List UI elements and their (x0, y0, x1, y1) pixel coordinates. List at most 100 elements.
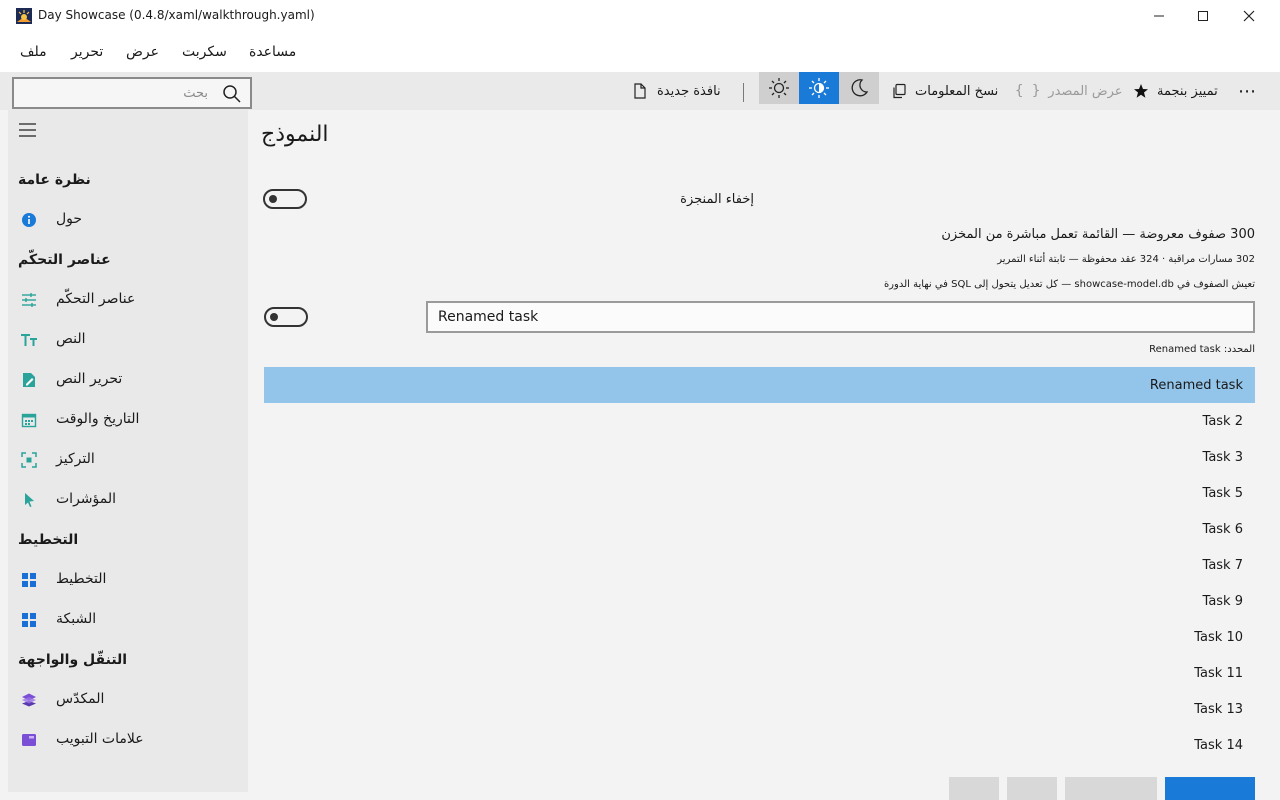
tabs-icon (20, 731, 38, 749)
new-window-label: نافذة جديدة (657, 83, 721, 99)
task-row[interactable]: Task 10 (264, 619, 1255, 655)
task-row[interactable]: Task 5 (264, 475, 1255, 511)
menu-file[interactable]: ملف (20, 44, 47, 60)
dark-theme-button[interactable] (839, 72, 879, 104)
sidebar-item-about[interactable]: حول (8, 200, 248, 240)
window-title: Day Showcase (0.4.8/xaml/walkthrough.yam… (38, 8, 315, 22)
search-icon (223, 85, 241, 103)
task-label: Task 10 (1194, 629, 1243, 645)
sidebar-item-label: النص (56, 331, 86, 347)
sidebar-item-label: المؤشرات (56, 491, 117, 507)
close-button[interactable] (1226, 0, 1272, 32)
edit-text-icon (20, 371, 38, 389)
row-toggle[interactable] (264, 307, 308, 327)
new-window-button[interactable]: نافذة جديدة (633, 72, 721, 110)
page-title: النموذج (261, 122, 329, 147)
hide-done-label: إخفاء المنجزة (680, 192, 754, 207)
sliders-icon (20, 291, 38, 309)
focus-icon (20, 451, 38, 469)
sidebar-item-controls[interactable]: عناصر التحكّم (8, 280, 248, 320)
copy-icon (893, 83, 906, 99)
bottom-action-button[interactable] (1007, 777, 1057, 800)
view-source-label: عرض المصدر (1048, 83, 1123, 99)
sun-icon (769, 78, 789, 98)
task-label: Task 13 (1194, 701, 1243, 717)
menu-script[interactable]: سكربت (182, 44, 227, 60)
hamburger-menu-icon[interactable] (18, 122, 38, 138)
sidebar-item-label: التخطيط (56, 571, 107, 587)
copy-info-button[interactable]: نسخ المعلومات (891, 72, 998, 110)
selected-label: المحدد: Renamed task (1149, 344, 1255, 355)
view-source-button[interactable]: { } عرض المصدر (1015, 72, 1123, 110)
search-input[interactable] (18, 79, 218, 107)
task-label: Task 2 (1202, 413, 1243, 429)
star-icon (1134, 84, 1148, 98)
app-logo-icon (16, 8, 32, 24)
close-icon (1243, 10, 1255, 22)
sidebar-item-stack[interactable]: المكدّس (8, 680, 248, 720)
document-icon (634, 83, 646, 99)
task-label: Task 9 (1202, 593, 1243, 609)
stack-icon (20, 691, 38, 709)
task-label: Task 5 (1202, 485, 1243, 501)
task-label: Task 14 (1194, 737, 1243, 753)
task-row[interactable]: Task 2 (264, 403, 1255, 439)
sidebar-item-label: التاريخ والوقت (56, 411, 140, 427)
task-label: Renamed task (1149, 377, 1243, 393)
minimize-icon (1154, 15, 1164, 17)
sidebar-item-label: علامات التبويب (56, 731, 144, 747)
task-row[interactable]: Task 3 (264, 439, 1255, 475)
task-label: Task 6 (1202, 521, 1243, 537)
task-row[interactable]: Task 11 (264, 655, 1255, 691)
rename-task-input[interactable] (426, 301, 1255, 333)
menu-view[interactable]: عرض (126, 44, 159, 60)
sidebar-item-focus[interactable]: التركيز (8, 440, 248, 480)
search-box (12, 77, 252, 109)
sidebar-item-text[interactable]: النص (8, 320, 248, 360)
task-row[interactable]: Task 14 (264, 727, 1255, 763)
task-label: Task 3 (1202, 449, 1243, 465)
main-content: النموذج إخفاء المنجزة 300 صفوف معروضة — … (248, 110, 1280, 800)
maximize-button[interactable] (1180, 0, 1226, 32)
sidebar-item-date-time[interactable]: التاريخ والوقت (8, 400, 248, 440)
auto-theme-button[interactable] (799, 72, 839, 104)
layout-icon (20, 571, 38, 589)
task-row[interactable]: Task 13 (264, 691, 1255, 727)
task-row[interactable]: Renamed task (264, 367, 1255, 403)
search-button[interactable] (220, 83, 244, 105)
calendar-icon (20, 411, 38, 429)
sidebar-item-tabs[interactable]: علامات التبويب (8, 720, 248, 760)
sidebar-item-pointers[interactable]: المؤشرات (8, 480, 248, 520)
sidebar-item-label: التركيز (56, 451, 95, 467)
light-theme-button[interactable] (759, 72, 799, 104)
task-row[interactable]: Task 6 (264, 511, 1255, 547)
grid-icon (20, 611, 38, 629)
task-row[interactable]: Task 7 (264, 547, 1255, 583)
sidebar-item-layout[interactable]: التخطيط (8, 560, 248, 600)
task-label: Task 11 (1194, 665, 1243, 681)
more-button[interactable]: ⋯ (1238, 72, 1256, 110)
pointer-icon (20, 491, 38, 509)
sidebar-item-text-editing[interactable]: تحرير النص (8, 360, 248, 400)
task-row[interactable]: Task 9 (264, 583, 1255, 619)
hide-done-toggle[interactable] (263, 189, 307, 209)
menu-help[interactable]: مساعدة (249, 44, 296, 60)
moon-icon (851, 79, 869, 97)
bottom-action-button[interactable] (949, 777, 999, 800)
bottom-action-button[interactable] (1065, 777, 1157, 800)
menu-bar: ملف تحرير عرض سكربت مساعدة (0, 32, 1280, 72)
minimize-button[interactable] (1136, 0, 1182, 32)
star-label: تمييز بنجمة (1157, 83, 1218, 99)
code-braces-icon: { } (1015, 83, 1041, 99)
nav-heading-controls: عناصر التحكّم (18, 252, 111, 268)
task-label: Task 7 (1202, 557, 1243, 573)
sidebar-item-label: عناصر التحكّم (56, 291, 136, 307)
copy-info-label: نسخ المعلومات (915, 83, 999, 99)
nav-heading-overview: نظرة عامة (18, 172, 91, 188)
storage-note: تعيش الصفوف في showcase-model.db — كل تع… (883, 279, 1255, 290)
add-row-button[interactable] (1165, 777, 1255, 800)
sidebar-item-label: حول (56, 211, 83, 227)
menu-edit[interactable]: تحرير (71, 44, 103, 60)
sidebar-item-grid[interactable]: الشبكة (8, 600, 248, 640)
star-button[interactable]: تمييز بنجمة (1133, 72, 1218, 110)
